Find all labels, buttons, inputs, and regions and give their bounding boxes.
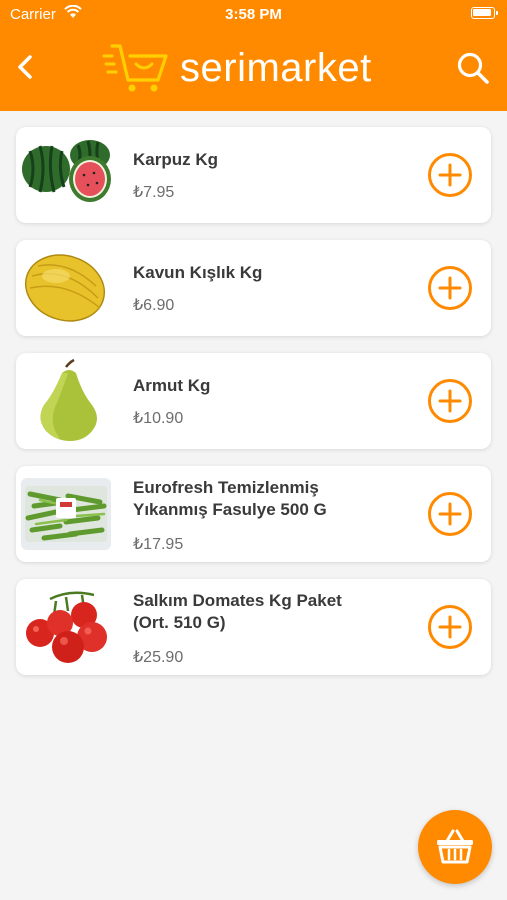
product-name-line: Yıkanmış Fasulye 500 G <box>133 500 327 519</box>
basket-button[interactable] <box>418 810 492 884</box>
product-image-green-beans <box>20 472 112 556</box>
brand-logo: serimarket <box>102 42 372 94</box>
chevron-left-icon <box>18 55 32 79</box>
product-image-melon <box>20 246 112 330</box>
status-time: 3:58 PM <box>225 6 282 23</box>
product-name-line: (Ort. 510 G) <box>133 613 226 632</box>
product-card[interactable]: Armut Kg ₺10.90 <box>16 353 491 449</box>
cart-logo-icon <box>102 44 168 92</box>
add-to-cart-button[interactable] <box>427 378 473 424</box>
product-card[interactable]: Eurofresh Temizlenmiş Yıkanmış Fasulye 5… <box>16 466 491 562</box>
product-name-line: Eurofresh Temizlenmiş <box>133 478 319 497</box>
add-to-cart-button[interactable] <box>427 604 473 650</box>
product-name: Salkım Domates Kg Paket (Ort. 510 G) <box>133 590 342 634</box>
status-bar: Carrier 3:58 PM <box>0 0 507 28</box>
brand-name: serimarket <box>180 46 372 90</box>
product-image-watermelon <box>20 133 112 217</box>
product-name: Armut Kg <box>133 376 211 395</box>
basket-icon <box>437 829 473 864</box>
product-card[interactable]: Kavun Kışlık Kg ₺6.90 <box>16 240 491 336</box>
product-list: Karpuz Kg ₺7.95 Kavun Kışlık Kg ₺6.90 Ar… <box>16 127 491 692</box>
product-card[interactable]: Salkım Domates Kg Paket (Ort. 510 G) ₺25… <box>16 579 491 675</box>
product-name: Kavun Kışlık Kg <box>133 263 263 282</box>
product-image-pear <box>20 359 112 443</box>
product-price: ₺25.90 <box>133 649 184 666</box>
product-name-line: Salkım Domates Kg Paket <box>133 591 342 610</box>
battery-icon <box>471 7 498 19</box>
search-button[interactable] <box>453 48 493 88</box>
search-icon <box>457 52 489 84</box>
product-price: ₺17.95 <box>133 536 184 553</box>
product-name: Karpuz Kg <box>133 150 218 169</box>
app-header: Carrier 3:58 PM serimarket <box>0 0 507 111</box>
product-name: Eurofresh Temizlenmiş Yıkanmış Fasulye 5… <box>133 477 327 521</box>
product-price: ₺10.90 <box>133 410 184 427</box>
add-to-cart-button[interactable] <box>427 491 473 537</box>
product-image-tomatoes <box>20 585 112 669</box>
product-price: ₺6.90 <box>133 297 175 314</box>
product-card[interactable]: Karpuz Kg ₺7.95 <box>16 127 491 223</box>
product-price: ₺7.95 <box>133 184 175 201</box>
back-button[interactable] <box>10 50 40 84</box>
add-to-cart-button[interactable] <box>427 265 473 311</box>
add-to-cart-button[interactable] <box>427 152 473 198</box>
